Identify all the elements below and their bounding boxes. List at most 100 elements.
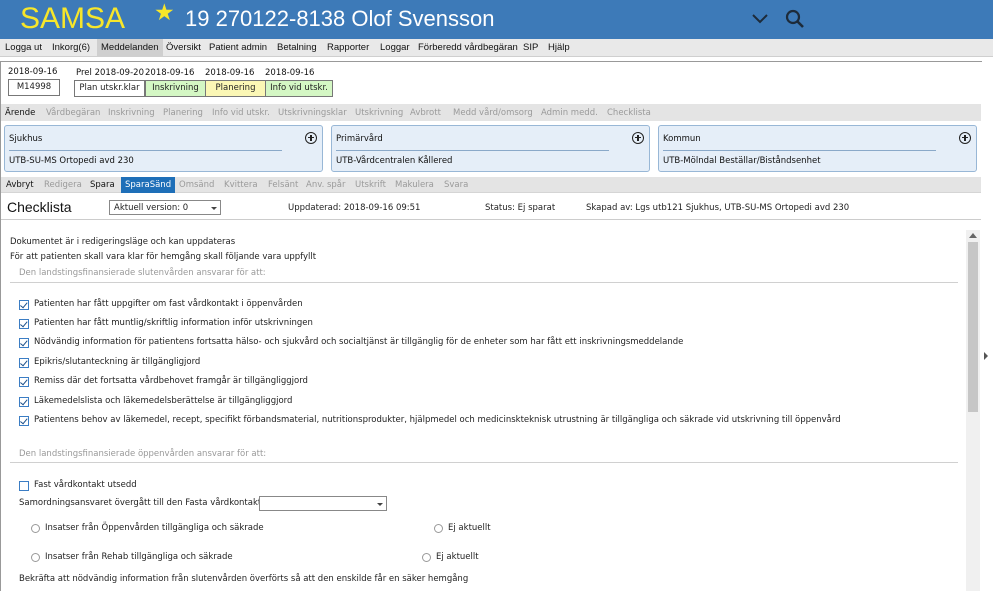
status-text: Status: Ej sparat bbox=[485, 203, 556, 213]
chevron-right-icon[interactable] bbox=[984, 352, 988, 360]
version-select-value: Aktuell version: 0 bbox=[114, 203, 189, 213]
menu-oversikt[interactable]: Översikt bbox=[166, 42, 201, 53]
unit-value: UTB-SU-MS Ortopedi avd 230 bbox=[9, 156, 134, 166]
checkbox-label: Patientens behov av läkemedel, recept, s… bbox=[34, 415, 841, 425]
tab-info-vid-utskr[interactable]: Info vid utskr. bbox=[212, 108, 270, 118]
checkbox[interactable] bbox=[19, 319, 29, 329]
search-icon[interactable] bbox=[784, 8, 806, 30]
action-avbryt[interactable]: Avbryt bbox=[6, 180, 34, 190]
divider bbox=[10, 282, 958, 283]
radio-label: Ej aktuellt bbox=[448, 523, 491, 533]
add-circle-icon[interactable] bbox=[305, 132, 317, 144]
action-felsant[interactable]: Felsänt bbox=[268, 180, 298, 190]
checkbox[interactable] bbox=[19, 338, 29, 348]
updated-text: Uppdaterad: 2018-09-16 09:51 bbox=[288, 203, 421, 213]
chevron-down-icon bbox=[211, 207, 217, 210]
step-date: 2018-09-16 bbox=[205, 68, 255, 78]
menu-hjalp[interactable]: Hjälp bbox=[548, 42, 570, 53]
menu-rapporter[interactable]: Rapporter bbox=[327, 42, 369, 53]
radio-label: Ej aktuellt bbox=[436, 552, 479, 562]
menu-inkorg[interactable]: Inkorg(6) bbox=[52, 42, 90, 53]
menu-meddelanden[interactable]: Meddelanden bbox=[97, 39, 163, 57]
action-anv-spar[interactable]: Anv. spår bbox=[306, 180, 346, 190]
tab-checklista[interactable]: Checklista bbox=[607, 108, 651, 118]
tab-arende[interactable]: Ärende bbox=[5, 108, 35, 118]
action-makulera[interactable]: Makulera bbox=[395, 180, 434, 190]
checkbox-label: Patienten har fått muntlig/skriftlig inf… bbox=[34, 318, 313, 328]
confirm-text: Bekräfta att nödvändig information från … bbox=[19, 574, 469, 584]
menu-forberedd-vardbegaran[interactable]: Förberedd vårdbegäran bbox=[418, 42, 518, 53]
tab-medd-vard-omsorg[interactable]: Medd vård/omsorg bbox=[453, 108, 533, 118]
checkbox-label: Fast vårdkontakt utsedd bbox=[34, 480, 137, 490]
step-inskrivning[interactable]: Inskrivning bbox=[145, 80, 206, 97]
radio-button[interactable] bbox=[31, 524, 40, 533]
step-plan-utskr[interactable]: Plan utskr.klar bbox=[74, 80, 145, 97]
divider bbox=[9, 150, 282, 151]
tab-utskrivning[interactable]: Utskrivning bbox=[355, 108, 403, 118]
scroll-up-icon[interactable] bbox=[969, 233, 977, 238]
unit-value: UTB-Vårdcentralen Kållered bbox=[336, 156, 453, 166]
checkbox[interactable] bbox=[19, 397, 29, 407]
menu-patient-admin[interactable]: Patient admin bbox=[209, 42, 267, 53]
checkbox-label: Nödvändig information för patientens for… bbox=[34, 337, 684, 347]
menu-logga-ut[interactable]: Logga ut bbox=[5, 42, 42, 53]
checkbox-label: Patienten har fått uppgifter om fast vår… bbox=[34, 299, 303, 309]
checkbox[interactable] bbox=[19, 416, 29, 426]
samordning-select[interactable] bbox=[259, 496, 387, 511]
tab-planering[interactable]: Planering bbox=[163, 108, 203, 118]
created-by-text: Skapad av: Lgs utb121 Sjukhus, UTB-SU-MS… bbox=[586, 203, 850, 213]
unit-card-sjukhus: Sjukhus UTB-SU-MS Ortopedi avd 230 bbox=[4, 125, 323, 172]
intro-text: Dokumentet är i redigeringsläge och kan … bbox=[10, 237, 236, 247]
radio-button[interactable] bbox=[434, 524, 443, 533]
action-spara[interactable]: Spara bbox=[90, 180, 115, 190]
tab-utskrivningsklar[interactable]: Utskrivningsklar bbox=[278, 108, 347, 118]
menu-betalning[interactable]: Betalning bbox=[277, 42, 317, 53]
samordning-label: Samordningsansvaret övergått till den Fa… bbox=[19, 498, 275, 508]
checkbox[interactable] bbox=[19, 481, 29, 491]
step-date: 2018-09-16 bbox=[265, 68, 315, 78]
version-select[interactable]: Aktuell version: 0 bbox=[109, 200, 221, 215]
tab-avbrott[interactable]: Avbrott bbox=[410, 108, 441, 118]
tab-inskrivning[interactable]: Inskrivning bbox=[108, 108, 155, 118]
right-panel-toggle bbox=[982, 61, 993, 591]
action-sparasand[interactable]: SparaSänd bbox=[121, 177, 176, 193]
section-title: Den landstingsfinansierade öppenvården a… bbox=[19, 449, 267, 459]
action-svara[interactable]: Svara bbox=[444, 180, 468, 190]
add-circle-icon[interactable] bbox=[959, 132, 971, 144]
divider bbox=[10, 462, 958, 463]
add-circle-icon[interactable] bbox=[632, 132, 644, 144]
step-planering[interactable]: Planering bbox=[205, 80, 266, 97]
vertical-scrollbar[interactable] bbox=[966, 230, 980, 591]
checkbox[interactable] bbox=[19, 358, 29, 368]
scrollbar-thumb[interactable] bbox=[968, 242, 978, 412]
page-title: Checklista bbox=[7, 199, 72, 215]
start-date: 2018-09-16 bbox=[8, 67, 58, 77]
step-info-vid-utskr[interactable]: Info vid utskr. bbox=[265, 80, 333, 97]
menu-sip[interactable]: SIP bbox=[523, 42, 538, 53]
case-id-box[interactable]: M14998 bbox=[8, 79, 60, 96]
radio-button[interactable] bbox=[422, 553, 431, 562]
app-logo: SAMSA bbox=[20, 2, 126, 35]
action-omsand[interactable]: Omsänd bbox=[179, 180, 214, 190]
checkbox[interactable] bbox=[19, 300, 29, 310]
patient-title: 19 270122-8138 Olof Svensson bbox=[185, 6, 495, 31]
checkbox-label: Läkemedelslista och läkemedelsberättelse… bbox=[34, 396, 293, 406]
chevron-down-icon[interactable] bbox=[750, 10, 770, 28]
checkbox[interactable] bbox=[19, 377, 29, 387]
radio-button[interactable] bbox=[31, 553, 40, 562]
action-kvittera[interactable]: Kvittera bbox=[224, 180, 258, 190]
tab-admin-medd[interactable]: Admin medd. bbox=[541, 108, 598, 118]
app-header: SAMSA ★ 19 270122-8138 Olof Svensson bbox=[0, 0, 993, 39]
unit-title: Primärvård bbox=[336, 134, 383, 144]
action-redigera[interactable]: Redigera bbox=[44, 180, 82, 190]
unit-card-primarvard: Primärvård UTB-Vårdcentralen Kållered bbox=[331, 125, 650, 172]
chevron-down-icon bbox=[377, 503, 383, 506]
action-utskrift[interactable]: Utskrift bbox=[355, 180, 386, 190]
menu-loggar[interactable]: Loggar bbox=[380, 42, 410, 53]
unit-title: Sjukhus bbox=[9, 134, 43, 144]
main-menu: Logga ut Inkorg(6) Meddelanden Översikt … bbox=[0, 39, 993, 57]
tab-vardbegaran[interactable]: Vårdbegäran bbox=[46, 108, 100, 118]
star-icon[interactable]: ★ bbox=[154, 0, 175, 26]
action-tabs: Avbryt Redigera Spara SparaSänd Omsänd K… bbox=[1, 177, 981, 193]
process-tabs: Ärende Vårdbegäran Inskrivning Planering… bbox=[1, 104, 981, 121]
